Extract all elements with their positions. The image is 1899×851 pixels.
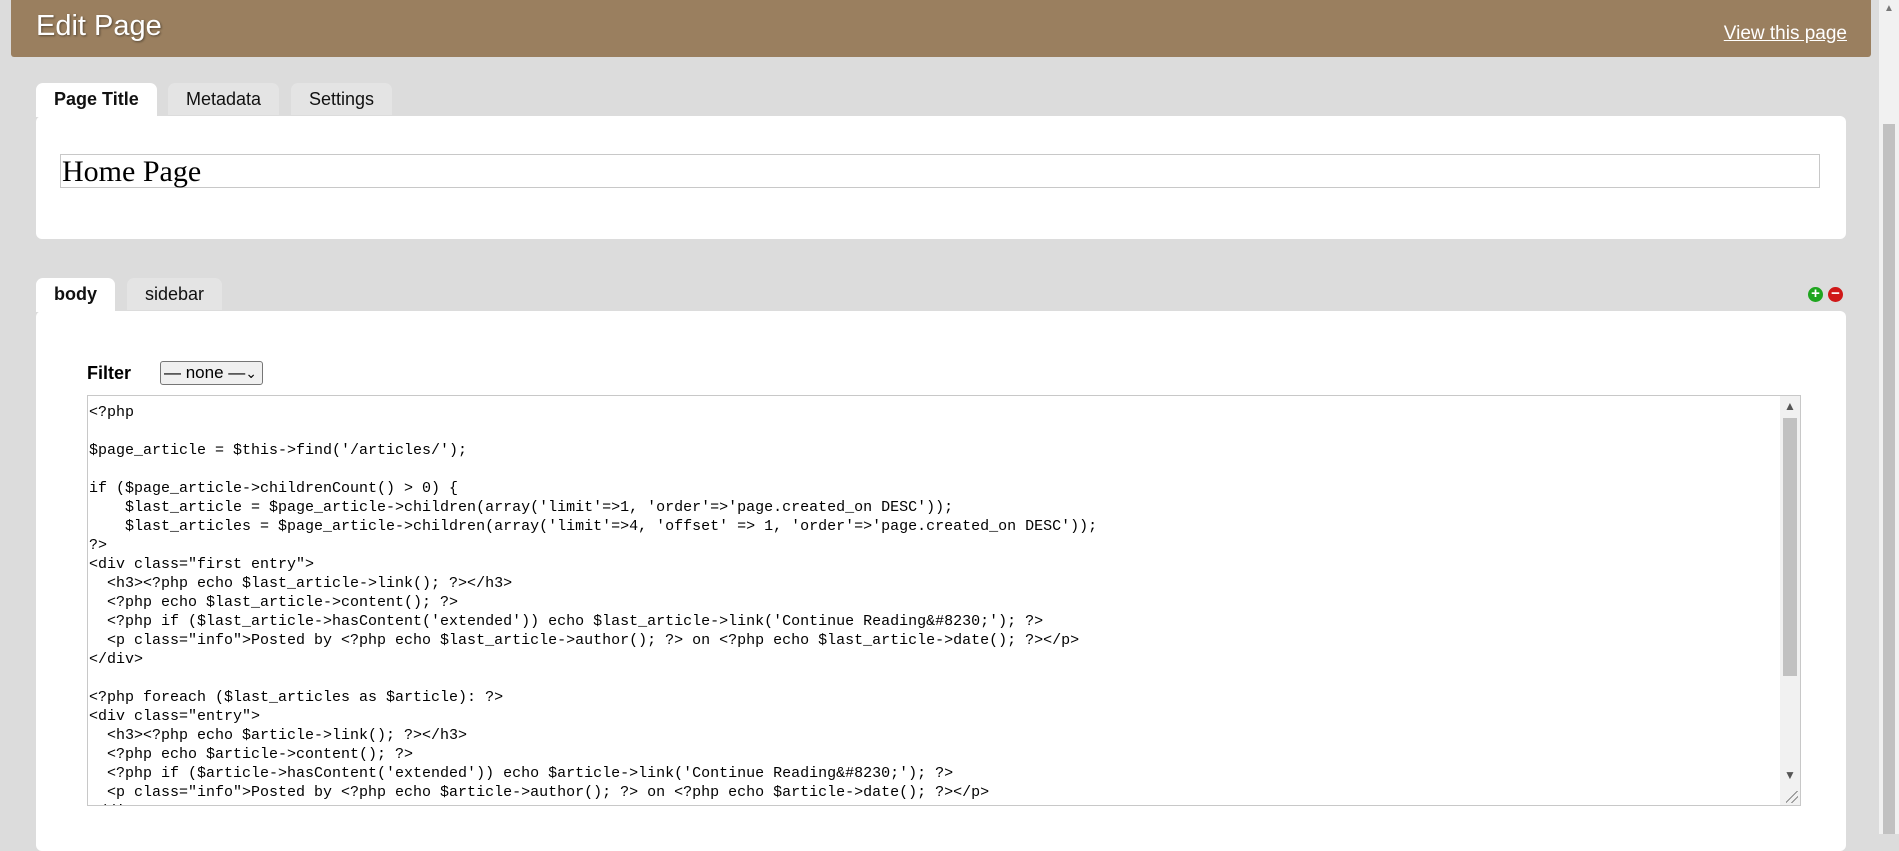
part-actions: + − [1808, 286, 1848, 303]
tab-page-title[interactable]: Page Title [36, 83, 157, 117]
filter-label: Filter [87, 363, 132, 383]
tab-body[interactable]: body [36, 278, 115, 312]
scroll-up-icon[interactable]: ▲ [1879, 0, 1899, 18]
page-header: Edit Page View this page [11, 0, 1871, 57]
minus-circle-icon[interactable]: − [1828, 286, 1843, 302]
code-content: <?php $page_article = $this->find('/arti… [89, 404, 1098, 805]
main-content: Edit Page View this page Page Title Meta… [11, 0, 1871, 851]
page-scrollbar[interactable]: ▲ [1879, 0, 1899, 834]
scrollbar-thumb[interactable] [1783, 418, 1797, 676]
page-heading: Edit Page [36, 10, 162, 42]
filter-select[interactable]: — none — ⌄ [160, 361, 263, 385]
page-title-input[interactable]: Home Page [60, 154, 1820, 188]
page-scrollbar-thumb[interactable] [1883, 124, 1895, 834]
resize-handle-icon[interactable] [1786, 791, 1798, 803]
chevron-down-icon: ⌄ [245, 365, 257, 381]
plus-circle-icon[interactable]: + [1808, 286, 1823, 302]
filter-selected-value: — none — [164, 363, 246, 382]
textarea-scrollbar[interactable]: ▲ ▼ [1780, 396, 1800, 805]
scroll-down-icon[interactable]: ▼ [1780, 765, 1800, 785]
body-panel: Filter — none — ⌄ <?php $page_article = … [36, 311, 1846, 851]
tab-metadata[interactable]: Metadata [168, 83, 280, 115]
title-panel: Home Page [36, 116, 1846, 239]
body-content-textarea[interactable]: <?php $page_article = $this->find('/arti… [87, 395, 1801, 806]
scroll-up-icon[interactable]: ▲ [1780, 396, 1800, 416]
tab-sidebar[interactable]: sidebar [127, 278, 223, 310]
view-page-link[interactable]: View this page [1724, 23, 1847, 45]
tab-settings[interactable]: Settings [291, 83, 393, 115]
